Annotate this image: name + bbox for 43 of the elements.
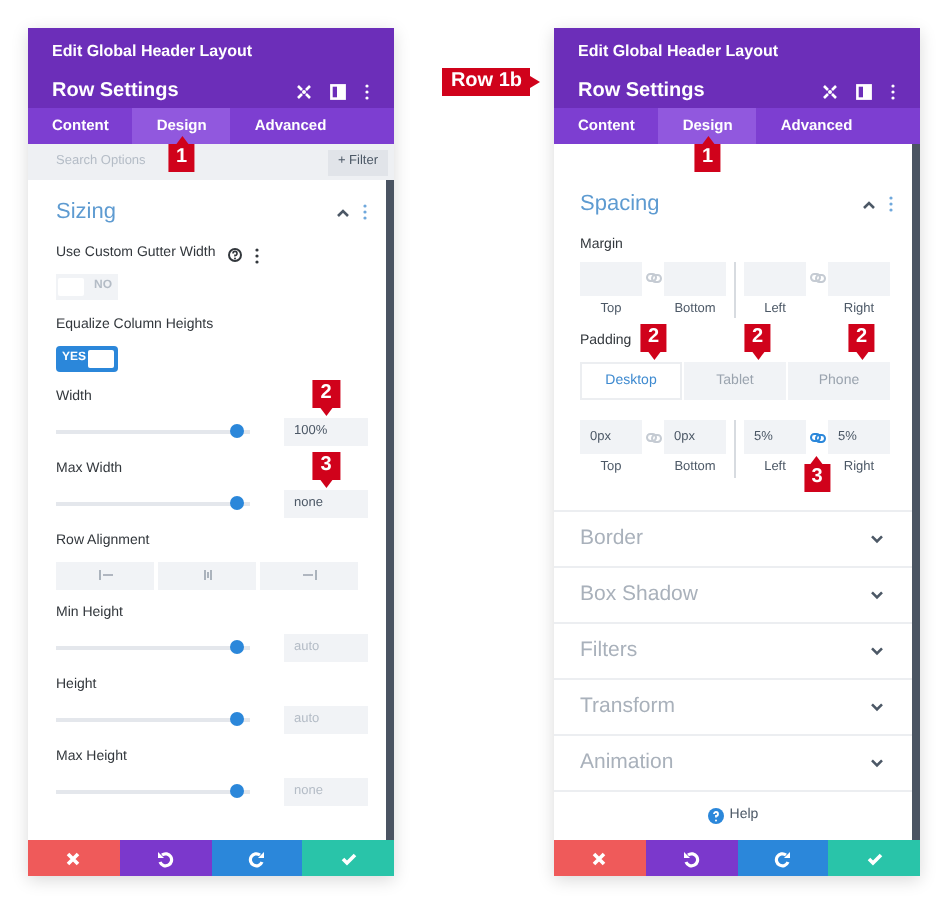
redo-icon [247, 849, 266, 867]
slider-thumb[interactable] [230, 496, 245, 510]
window-title: Edit Global Header Layout [50, 39, 255, 64]
undo-icon [682, 849, 701, 867]
redo-icon [773, 849, 792, 867]
help-icon[interactable] [227, 248, 242, 262]
slider-track[interactable] [56, 712, 250, 726]
slider-thumb[interactable] [230, 640, 245, 654]
close-icon [590, 849, 609, 867]
check-icon [865, 849, 884, 867]
align-right-icon [301, 568, 317, 582]
redo-button[interactable] [211, 840, 303, 876]
slider-track[interactable] [56, 424, 250, 438]
input-field[interactable] [828, 261, 890, 295]
window-title: Edit Global Header Layout [576, 39, 781, 64]
more-icon[interactable] [890, 83, 896, 99]
sidebar-icon[interactable] [856, 83, 872, 99]
check-icon [339, 849, 358, 867]
panel-heading: Row Settings [52, 78, 179, 106]
link-icon[interactable] [809, 431, 825, 444]
panel-heading: Row Settings [578, 78, 705, 106]
cancel-button[interactable] [28, 840, 120, 876]
slider-thumb[interactable] [230, 712, 245, 726]
slider-thumb[interactable] [230, 784, 245, 798]
slider-track[interactable] [56, 496, 250, 510]
slider-track[interactable] [56, 640, 250, 654]
slider-track[interactable] [56, 784, 250, 798]
close-icon [64, 849, 83, 867]
undo-icon [156, 849, 175, 867]
cancel-button[interactable] [554, 840, 646, 876]
align-left-icon [97, 568, 113, 582]
more-icon[interactable] [364, 83, 370, 99]
redo-button[interactable] [737, 840, 829, 876]
undo-button[interactable] [645, 840, 737, 876]
slider-thumb[interactable] [230, 424, 245, 438]
more-icon[interactable] [253, 247, 260, 263]
help-icon [707, 808, 724, 824]
input-field[interactable] [664, 261, 726, 295]
sidebar-icon[interactable] [330, 83, 346, 99]
align-center-icon [199, 568, 215, 582]
section-title[interactable]: Spacing [580, 188, 660, 221]
section-title[interactable]: Sizing [56, 196, 116, 229]
undo-button[interactable] [119, 840, 211, 876]
